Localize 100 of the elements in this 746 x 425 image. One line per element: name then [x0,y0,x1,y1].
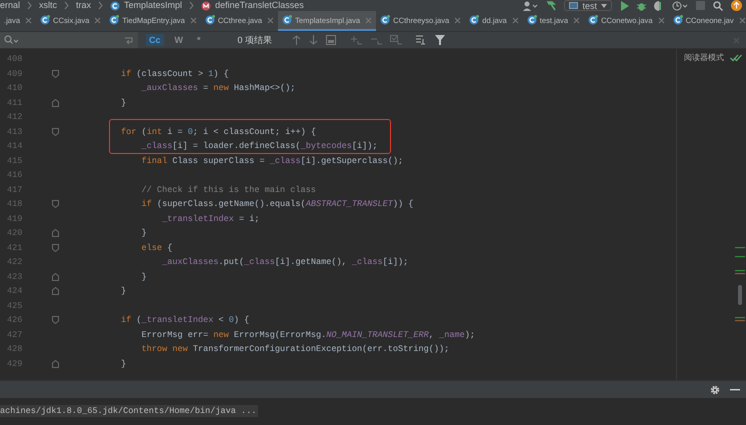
scrollbar-thumb[interactable] [738,285,742,305]
code-keyword: for [121,126,136,137]
fold-marker-icon[interactable] [52,98,58,107]
breadcrumb-item[interactable]: xsltc [39,0,58,11]
search-icon[interactable] [713,0,723,10]
bug-icon[interactable] [637,0,646,10]
profiler-icon[interactable] [672,0,688,10]
breadcrumb-item[interactable]: defineTransletClasses [215,0,304,11]
code-text: } [121,286,126,296]
code-field: _class [352,257,383,268]
select-all-icon[interactable] [326,35,336,45]
code-keyword: final [142,156,168,166]
code-text: [i]); [382,257,408,268]
code-constant: ABSTRACT_TRANSLET [306,199,393,210]
close-icon[interactable] [733,36,740,44]
code-keyword: new [213,83,229,94]
close-icon[interactable] [94,16,102,24]
line-number: 428 [6,344,24,354]
close-icon[interactable] [512,16,519,24]
search-field[interactable] [0,32,138,48]
fold-marker-icon[interactable] [52,244,58,252]
code-text: )) { [392,199,414,210]
code-number: 0 [188,126,193,137]
filter-icon[interactable] [435,35,446,45]
line-number: 418 [6,199,24,210]
settings-icon[interactable] [710,384,720,394]
add-occurrence-icon[interactable] [350,35,362,45]
code-field: _class [142,141,172,152]
fold-marker-icon[interactable] [52,287,58,296]
reader-mode-link[interactable]: 阅读器模式 [684,52,724,63]
line-number: 414 [6,141,24,152]
search-option-toggle[interactable]: Cc [146,34,164,46]
line-number: 413 [6,126,24,137]
close-icon[interactable] [658,16,665,24]
close-icon[interactable] [573,16,580,24]
code-text: ( [135,315,142,326]
line-number: 423 [6,272,24,282]
code-constant: NO_MAIN_TRANSLET_ERR [326,330,429,340]
fold-marker-icon[interactable] [52,70,58,78]
code-text: (classCount > [135,68,204,79]
line-number: 417 [6,184,24,195]
code-field: _name [439,330,465,340]
update-icon[interactable] [731,0,742,11]
minimize-icon[interactable] [730,388,740,390]
close-icon[interactable] [190,16,197,24]
close-icon[interactable] [738,16,746,24]
search-option-toggle[interactable]: W [172,34,186,46]
code-text: , [428,330,435,340]
select-occurrences-icon[interactable] [390,35,402,45]
code-field: _transletIndex [162,214,234,224]
fold-marker-icon[interactable] [52,200,58,208]
arrow-up-icon[interactable] [292,35,302,45]
line-number: 408 [6,54,24,64]
code-text: ) { [234,315,250,326]
code-field: _auxClasses [162,257,218,268]
breadcrumb-item[interactable]: TemplatesImpl [124,0,182,11]
code-text: < [218,315,225,326]
code-text: ); [464,330,475,340]
line-number: 419 [6,214,24,224]
close-icon[interactable] [454,16,462,24]
filter-lines-icon[interactable] [416,35,428,45]
code-keyword: new [213,330,229,340]
run-icon[interactable] [620,0,629,10]
chevron-icon [64,1,70,10]
fold-marker-icon[interactable] [52,272,58,281]
line-number: 421 [6,242,24,253]
close-icon[interactable] [365,16,372,24]
wrap-icon[interactable] [124,36,134,44]
code-text: ( [140,126,147,137]
chevron-icon [98,1,104,10]
line-number: 412 [6,112,24,122]
close-icon[interactable] [267,16,274,24]
coverage-icon[interactable] [654,0,664,10]
code-text: HashMap<>(); [232,83,296,94]
line-number: 427 [6,330,24,340]
code-number: 1 [208,68,214,79]
line-number: 424 [6,286,24,296]
code-comment: // Check if this is the main class [142,184,316,195]
run-configuration-dropdown[interactable]: test [564,0,612,11]
code-field: _class [244,257,275,268]
hammer-icon[interactable] [546,0,556,10]
line-number: 426 [6,315,24,326]
fold-marker-icon[interactable] [52,316,58,324]
code-text: .put( [218,257,244,268]
search-result-count: 0 项结果 [238,34,272,46]
person-icon[interactable] [522,0,538,10]
line-number: 416 [6,170,24,180]
arrow-down-icon[interactable] [309,35,318,45]
fold-marker-icon[interactable] [52,128,58,136]
code-field: _bytecodes [300,141,352,152]
code-text: = [202,83,210,94]
search-option-toggle[interactable]: * [194,34,204,46]
code-keyword: if [142,199,152,210]
fold-marker-icon[interactable] [52,360,58,368]
close-icon[interactable] [25,16,32,24]
fold-marker-icon[interactable] [52,229,58,238]
breadcrumb-item[interactable]: ernal [0,0,20,11]
code-text: [i].getSuperclass(); [300,156,404,166]
window-icon [569,2,578,9]
breadcrumb-item[interactable]: trax [76,0,92,11]
